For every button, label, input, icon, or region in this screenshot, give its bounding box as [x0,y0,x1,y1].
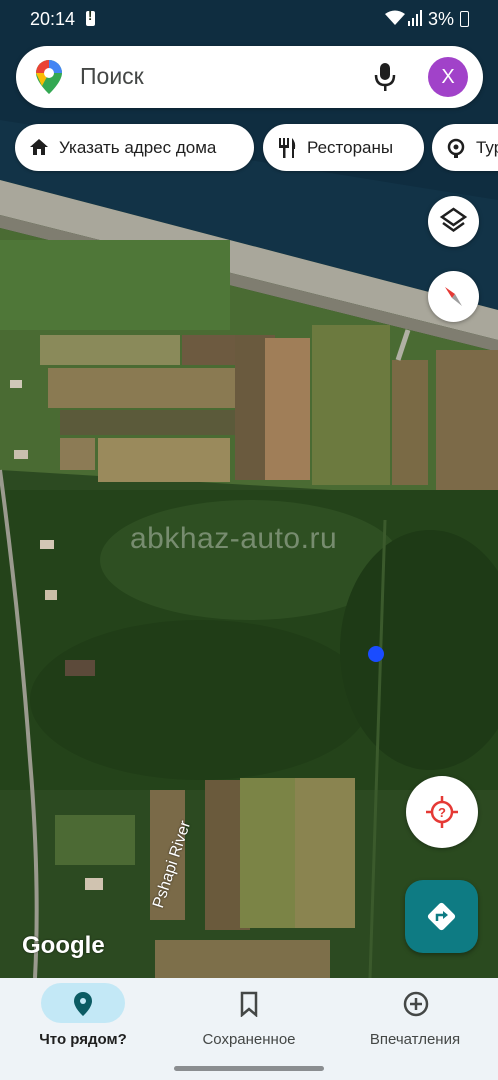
current-location-dot [368,646,384,662]
account-avatar[interactable]: Х [428,57,468,97]
google-attribution: Google [22,932,105,959]
chip-restaurants[interactable]: Рестораны [263,124,424,171]
chip-label: Тур [476,138,498,157]
location-icon: ? [426,796,458,828]
restaurant-icon [279,138,296,158]
alert-icon [86,8,95,26]
home-icon [30,139,48,155]
chip-attractions[interactable]: Тур [432,124,498,171]
bookmark-icon [240,991,258,1017]
mic-icon[interactable] [374,62,396,92]
layers-icon [439,207,468,233]
layers-button[interactable] [428,196,479,247]
search-input[interactable]: Поиск [80,63,144,90]
status-bar: 20:14 3% [0,0,498,40]
compass-button[interactable] [428,271,479,322]
signal-icon [408,10,422,26]
gesture-bar[interactable] [174,1066,324,1071]
nav-label: Сохраненное [202,1031,296,1048]
battery-percent: 3% [428,9,455,29]
directions-icon [427,902,456,931]
svg-text:?: ? [438,805,446,820]
search-bar[interactable]: Поиск Х [16,46,483,108]
chip-home-address[interactable]: Указать адрес дома [15,124,254,171]
maps-logo-icon [36,60,62,94]
status-time: 20:14 [30,9,76,29]
nav-label: Впечатления [369,1031,461,1048]
attraction-icon [447,138,465,158]
chip-label: Рестораны [307,138,394,157]
watermark: abkhaz-auto.ru [130,522,338,555]
compass-icon [445,287,462,306]
nav-label: Что рядом? [39,1031,127,1048]
contribute-icon [403,991,429,1017]
bottom-navigation: Что рядом? Сохраненное Впечатления [0,978,498,1080]
nav-saved[interactable]: Сохраненное [166,978,332,1068]
chip-label: Указать адрес дома [59,138,217,157]
explore-pin-icon [74,992,92,1016]
nav-contribute[interactable]: Впечатления [332,978,498,1068]
battery-icon [460,11,469,27]
my-location-button[interactable]: ? [406,776,478,848]
wifi-icon [385,10,405,25]
nav-explore[interactable]: Что рядом? [0,978,166,1068]
directions-button[interactable] [405,880,478,953]
